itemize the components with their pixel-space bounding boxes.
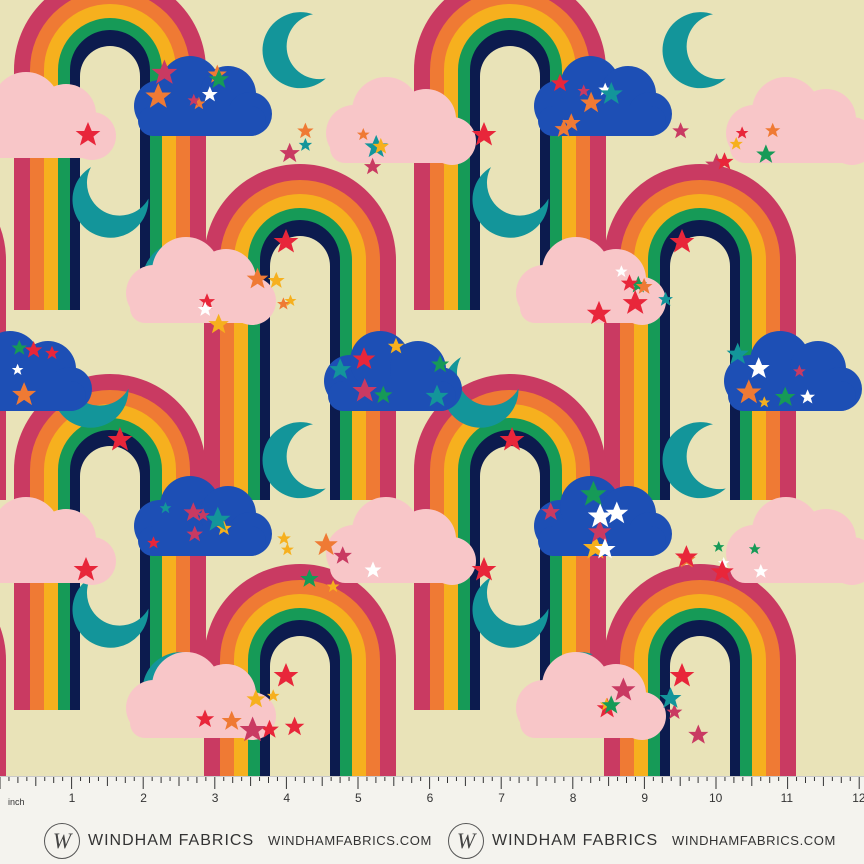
ruler-number: 6 [426, 791, 434, 805]
ruler-number: 8 [569, 791, 577, 805]
windham-logo-icon: W [448, 823, 484, 859]
brand-block-2: W WINDHAM FABRICS [448, 821, 658, 861]
rainbow-arch [604, 164, 796, 500]
brand-name: WINDHAM FABRICS [492, 832, 659, 849]
brand-name: WINDHAM FABRICS [88, 832, 255, 849]
website-link[interactable]: WINDHAMFABRICS.COM [268, 833, 432, 848]
ruler-number: 7 [498, 791, 505, 805]
ruler-number: 1 [68, 791, 76, 805]
ruler-unit-label: inch [8, 797, 25, 807]
website-link[interactable]: WINDHAMFABRICS.COM [672, 833, 836, 848]
brand-block-1: W WINDHAM FABRICS [44, 821, 254, 861]
ruler-number: 3 [211, 791, 219, 805]
fabric-print [0, 0, 864, 776]
ruler-number: 2 [140, 791, 147, 805]
selvage-strip: inch 123456789101112 W WINDHAM FABRICS W… [0, 776, 864, 864]
ruler-number: 5 [355, 791, 362, 805]
rainbow-arch [204, 164, 396, 500]
ruler-number: 10 [709, 791, 723, 805]
windham-logo-icon: W [44, 823, 80, 859]
ruler-number: 4 [283, 791, 291, 805]
ruler-number: 12 [852, 791, 864, 805]
fabric-swatch: inch 123456789101112 W WINDHAM FABRICS W… [0, 0, 864, 864]
ruler-number: 11 [780, 791, 794, 805]
ruler-number: 9 [641, 791, 649, 805]
